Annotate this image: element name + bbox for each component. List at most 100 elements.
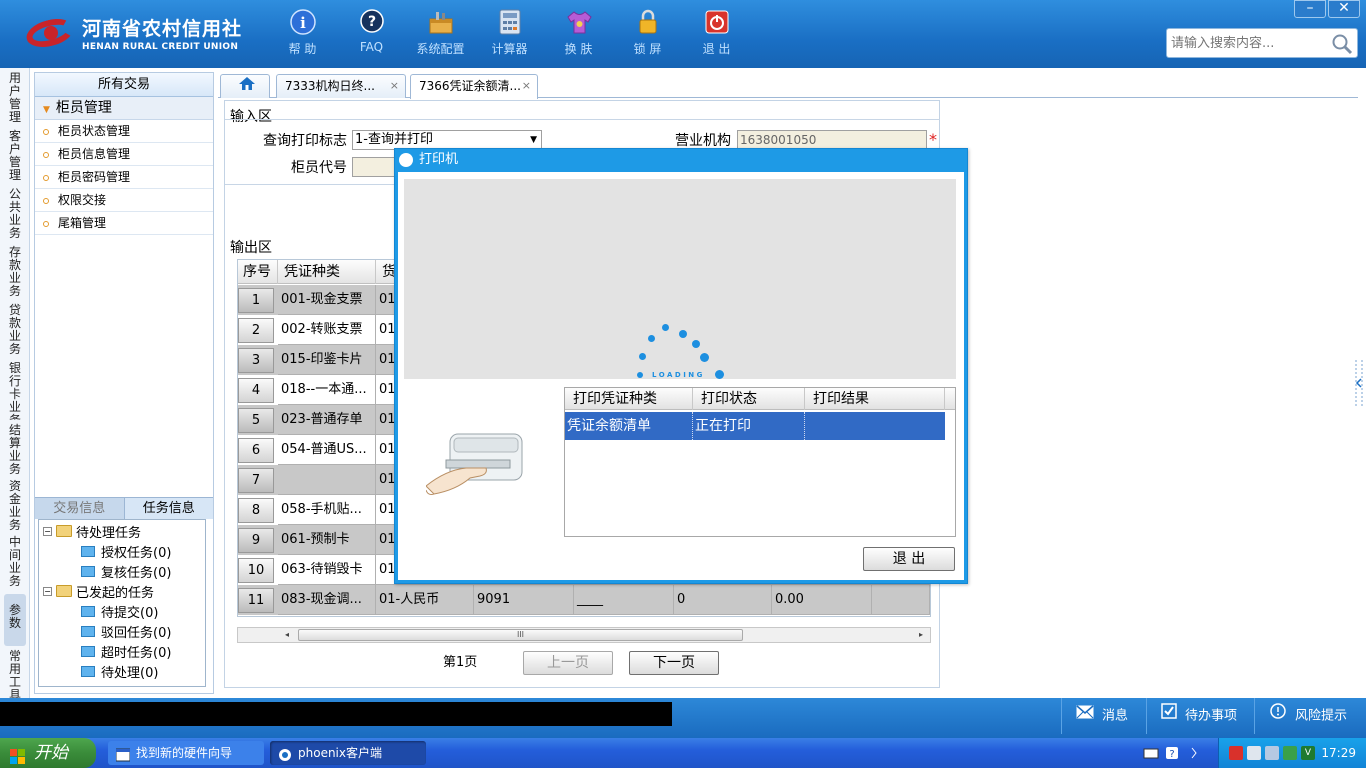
scroll-right-icon[interactable]: ▸ xyxy=(914,629,928,641)
risk-alert-button[interactable]: 风险提示 xyxy=(1254,698,1366,734)
close-tab-icon[interactable]: × xyxy=(390,75,399,97)
sidebar-item-label: 柜员状态管理 xyxy=(58,124,131,138)
dropdown-arrow-icon: ▼ xyxy=(530,135,537,145)
vnav-card-business[interactable]: 银行卡业务 xyxy=(4,362,26,420)
row-number: 6 xyxy=(238,438,274,463)
horizontal-scrollbar[interactable]: ◂ III ▸ xyxy=(237,627,931,643)
tab-7333[interactable]: 7333机构日终... × xyxy=(276,74,406,98)
start-button[interactable]: 开始 xyxy=(0,738,96,768)
tab-home[interactable] xyxy=(220,74,270,98)
sidebar-item-teller-info[interactable]: 柜员信息管理 xyxy=(35,143,213,166)
page-indicator: 第1页 xyxy=(443,655,478,670)
print-row-selected[interactable]: 凭证余额清单 正在打印 xyxy=(565,412,945,440)
calculator-label: 计算器 xyxy=(491,42,528,56)
tree-node-to-submit[interactable]: 待提交(0) xyxy=(81,601,158,621)
task-icon xyxy=(81,625,95,637)
tree-node-timeout[interactable]: 超时任务(0) xyxy=(81,641,171,661)
dialog-exit-button[interactable]: 退 出 xyxy=(863,547,955,571)
tab-task-info[interactable]: 任务信息 xyxy=(123,497,213,519)
logout-label: 退 出 xyxy=(702,42,731,56)
taskbar-item-hardware-wizard[interactable]: 找到新的硬件向导 xyxy=(108,741,264,765)
vnav-user-mgmt[interactable]: 用户管理 xyxy=(4,72,26,126)
vnav-fund-business[interactable]: 资金业务 xyxy=(4,480,26,532)
tree-node-auth-tasks[interactable]: 授权任务(0) xyxy=(81,541,171,561)
lock-screen-button[interactable]: 锁 屏 xyxy=(613,8,682,57)
print-flag-select[interactable]: 1-查询并打印 ▼ xyxy=(352,130,542,150)
search-input[interactable] xyxy=(1167,29,1327,57)
tree-node-rejected[interactable]: 驳回任务(0) xyxy=(81,621,171,641)
collapse-icon[interactable]: − xyxy=(43,586,52,596)
tab-transaction-info[interactable]: 交易信息 xyxy=(35,497,124,519)
row-number: 5 xyxy=(238,408,274,433)
task-tabs: 交易信息 任务信息 xyxy=(35,497,213,519)
vpn-icon[interactable]: V xyxy=(1301,746,1315,760)
sidebar-item-handover[interactable]: 权限交接 xyxy=(35,189,213,212)
risk-alert-label: 风险提示 xyxy=(1295,708,1348,724)
network-alert-icon[interactable] xyxy=(1229,746,1243,760)
tree-node-pending[interactable]: − 待处理任务 xyxy=(43,521,141,541)
collapse-icon[interactable]: − xyxy=(43,526,52,536)
tab-7366[interactable]: 7366凭证余额清... × xyxy=(410,74,538,99)
vnav-deposit-business[interactable]: 存款业务 xyxy=(4,246,26,300)
row-number: 1 xyxy=(238,288,274,313)
task-icon xyxy=(81,605,95,617)
messages-button[interactable]: 消息 xyxy=(1061,698,1147,734)
scroll-left-icon[interactable]: ◂ xyxy=(280,629,294,641)
required-mark: * xyxy=(929,130,937,149)
vnav-params[interactable]: 参数 xyxy=(4,594,26,646)
logout-button[interactable]: 退 出 xyxy=(682,8,751,57)
side-collapse-handle[interactable] xyxy=(1355,360,1363,406)
todo-button[interactable]: 待办事项 xyxy=(1146,698,1254,734)
sidebar-item-teller-status[interactable]: 柜员状态管理 xyxy=(35,120,213,143)
start-label: 开始 xyxy=(34,743,68,763)
main-toolbar: i 帮 助 ? FAQ 系统配置 计算器 换 肤 锁 屏 退 出 xyxy=(268,8,751,57)
task-icon xyxy=(81,665,95,677)
keyboard-icon: ? xyxy=(1143,747,1197,760)
vnav-intermediary-business[interactable]: 中间业务 xyxy=(4,536,26,590)
sidebar-item-cash-box[interactable]: 尾箱管理 xyxy=(35,212,213,235)
task-icon xyxy=(81,645,95,657)
phoenix-app-icon xyxy=(278,746,292,761)
vnav-settlement-business[interactable]: 结算业务 xyxy=(4,424,26,476)
calculator-button[interactable]: 计算器 xyxy=(475,8,544,57)
faq-button[interactable]: ? FAQ xyxy=(337,8,406,57)
triangle-down-icon: ▼ xyxy=(43,105,50,115)
network-icon[interactable] xyxy=(1265,746,1279,760)
language-bar[interactable]: ? xyxy=(1142,745,1206,761)
sidebar-item-teller-password[interactable]: 柜员密码管理 xyxy=(35,166,213,189)
scroll-thumb[interactable]: III xyxy=(298,629,743,641)
folder-icon xyxy=(56,585,72,597)
vnav-customer-mgmt[interactable]: 客户管理 xyxy=(4,130,26,184)
change-skin-button[interactable]: 换 肤 xyxy=(544,8,613,57)
close-tab-icon[interactable]: × xyxy=(522,75,531,97)
search-icon[interactable] xyxy=(1331,33,1353,59)
windows-flag-icon xyxy=(10,745,26,764)
row-number: 2 xyxy=(238,318,274,343)
vnav-loan-business[interactable]: 贷款业务 xyxy=(4,304,26,358)
next-page-button[interactable]: 下一页 xyxy=(629,651,719,675)
status-message-area xyxy=(0,702,672,726)
tree-node-initiated[interactable]: − 已发起的任务 xyxy=(43,581,154,601)
teller-id-label: 柜员代号 xyxy=(291,160,347,176)
speaker-icon[interactable] xyxy=(1247,746,1261,760)
task-icon xyxy=(81,545,95,557)
prev-page-button[interactable]: 上一页 xyxy=(523,651,613,675)
svg-text:?: ? xyxy=(367,14,375,30)
help-button[interactable]: i 帮 助 xyxy=(268,8,337,57)
system-config-button[interactable]: 系统配置 xyxy=(406,8,475,57)
info-icon: i xyxy=(289,8,317,36)
table-row[interactable]: 11 083-现金调... 01-人民币 9091 ____ 0 0.00 xyxy=(238,585,930,615)
sidebar-item-label: 尾箱管理 xyxy=(58,216,107,230)
close-window-button[interactable]: ✕ xyxy=(1328,0,1360,18)
security-icon[interactable] xyxy=(1283,746,1297,760)
sidebar-group-teller-mgmt[interactable]: ▼ 柜员管理 xyxy=(35,97,213,120)
tree-node-review-tasks[interactable]: 复核任务(0) xyxy=(81,561,171,581)
vnav-public-business[interactable]: 公共业务 xyxy=(4,188,26,242)
taskbar-item-phoenix[interactable]: phoenix客户端 xyxy=(270,741,426,765)
minimize-button[interactable]: – xyxy=(1294,0,1326,18)
home-icon xyxy=(239,77,255,90)
tree-node-to-process[interactable]: 待处理(0) xyxy=(81,661,158,681)
print-result-cell xyxy=(805,412,945,440)
bullet-icon xyxy=(43,197,49,204)
printer-app-icon xyxy=(399,153,413,167)
